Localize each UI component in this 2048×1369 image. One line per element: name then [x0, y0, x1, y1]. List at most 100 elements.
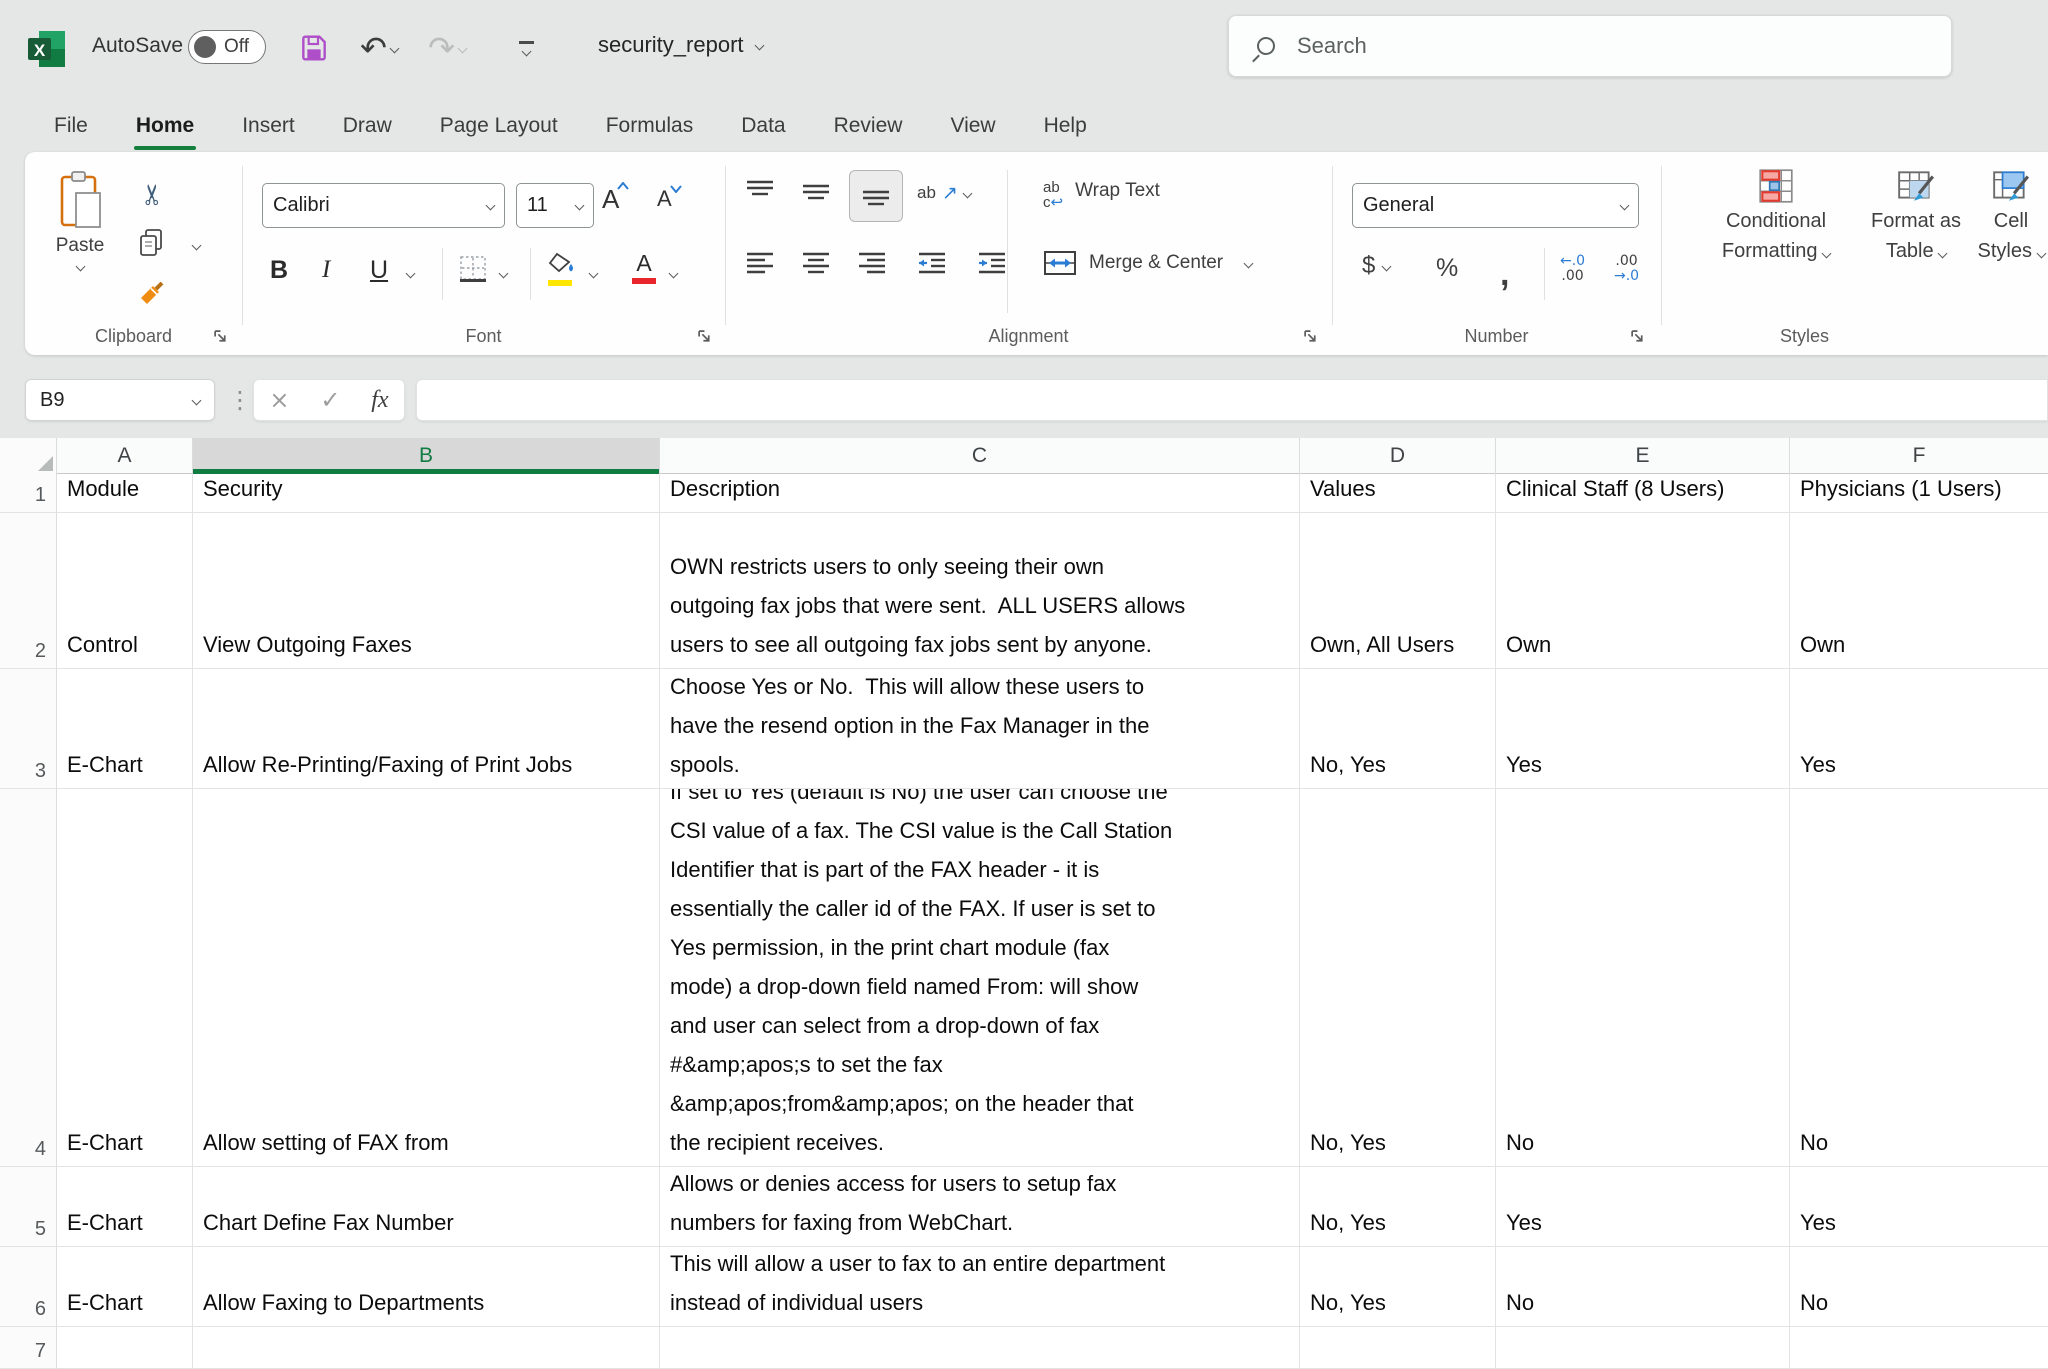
font-color-button[interactable]: A	[632, 250, 656, 284]
cell-C3[interactable]: Choose Yes or No. This will allow these …	[660, 669, 1300, 789]
cell-C1[interactable]: Description	[660, 474, 1300, 513]
decrease-font-size-button[interactable]: A	[657, 186, 672, 212]
format-painter-button[interactable]	[139, 282, 165, 313]
cell-D7[interactable]	[1300, 1327, 1496, 1369]
font-family-select[interactable]: Calibri	[262, 183, 505, 228]
column-header-a[interactable]: A	[57, 438, 193, 474]
copy-button[interactable]	[137, 228, 165, 263]
cell-D3[interactable]: No, Yes	[1300, 669, 1496, 789]
tab-formulas[interactable]: Formulas	[582, 100, 718, 152]
cell-C5[interactable]: Allows or denies access for users to set…	[660, 1167, 1300, 1247]
wrap-text-button[interactable]: ab c↩ Wrap Text	[1043, 180, 1160, 210]
cell-A5[interactable]: E-Chart	[57, 1167, 193, 1247]
align-bottom-button[interactable]	[849, 170, 903, 222]
cell-F5[interactable]: Yes	[1790, 1167, 2048, 1247]
borders-button[interactable]	[458, 254, 488, 289]
row-header-7[interactable]: 7	[0, 1327, 57, 1369]
tab-draw[interactable]: Draw	[319, 100, 416, 152]
cell-B1[interactable]: Security	[193, 474, 660, 513]
cell-D6[interactable]: No, Yes	[1300, 1247, 1496, 1327]
cell-E3[interactable]: Yes	[1496, 669, 1790, 789]
number-dialog-launcher-icon[interactable]	[1630, 329, 1646, 345]
row-header-4[interactable]: 4	[0, 789, 57, 1167]
format-as-table-button[interactable]: Format as Table	[1851, 166, 1981, 266]
align-center-button[interactable]	[800, 250, 832, 283]
cell-E6[interactable]: No	[1496, 1247, 1790, 1327]
cell-E2[interactable]: Own	[1496, 513, 1790, 669]
tab-file[interactable]: File	[30, 100, 112, 152]
currency-format-button[interactable]: $	[1362, 252, 1390, 280]
decrease-indent-button[interactable]	[915, 250, 949, 283]
font-color-dropdown-icon[interactable]	[669, 269, 679, 279]
cell-F3[interactable]: Yes	[1790, 669, 2048, 789]
cell-D5[interactable]: No, Yes	[1300, 1167, 1496, 1247]
cell-D2[interactable]: Own, All Users	[1300, 513, 1496, 669]
row-header-6[interactable]: 6	[0, 1247, 57, 1327]
cell-B7[interactable]	[193, 1327, 660, 1369]
enter-button[interactable]: ✓	[320, 386, 340, 414]
row-header-3[interactable]: 3	[0, 669, 57, 789]
cell-E5[interactable]: Yes	[1496, 1167, 1790, 1247]
column-header-c[interactable]: C	[660, 438, 1300, 474]
number-format-select[interactable]: General	[1352, 183, 1639, 228]
formula-input[interactable]	[416, 379, 2048, 421]
increase-font-size-button[interactable]: A	[602, 184, 619, 215]
workbook-title[interactable]: security_report	[598, 32, 763, 58]
cell-A7[interactable]	[57, 1327, 193, 1369]
copy-dropdown-icon[interactable]	[192, 241, 202, 251]
column-header-d[interactable]: D	[1300, 438, 1496, 474]
row-header-2[interactable]: 2	[0, 513, 57, 669]
orientation-button[interactable]: ab ↗	[917, 182, 971, 204]
align-top-button[interactable]	[744, 178, 776, 211]
column-header-f[interactable]: F	[1790, 438, 2048, 474]
tab-home[interactable]: Home	[112, 100, 218, 152]
align-middle-button[interactable]	[800, 178, 832, 211]
cell-A6[interactable]: E-Chart	[57, 1247, 193, 1327]
increase-indent-button[interactable]	[975, 250, 1009, 283]
borders-dropdown-icon[interactable]	[499, 269, 509, 279]
comma-format-button[interactable]: ,	[1500, 264, 1509, 284]
underline-dropdown-icon[interactable]	[406, 269, 416, 279]
cell-D1[interactable]: Values	[1300, 474, 1496, 513]
conditional-formatting-button[interactable]: Conditional Formatting	[1711, 166, 1841, 266]
name-box[interactable]: B9	[25, 379, 215, 421]
cell-styles-button[interactable]: Cell Styles	[1966, 166, 2048, 266]
tab-page-layout[interactable]: Page Layout	[416, 100, 582, 152]
cell-F6[interactable]: No	[1790, 1247, 2048, 1327]
align-right-button[interactable]	[856, 250, 888, 283]
cell-C6[interactable]: This will allow a user to fax to an enti…	[660, 1247, 1300, 1327]
alignment-dialog-launcher-icon[interactable]	[1303, 329, 1319, 345]
undo-button[interactable]: ↶	[352, 26, 406, 70]
tab-view[interactable]: View	[926, 100, 1019, 152]
formula-bar-drag-handle[interactable]: ⋮	[228, 386, 252, 414]
autosave-toggle[interactable]: Off	[188, 30, 266, 64]
cell-C2[interactable]: OWN restricts users to only seeing their…	[660, 513, 1300, 669]
column-header-e[interactable]: E	[1496, 438, 1790, 474]
percent-format-button[interactable]: %	[1436, 254, 1458, 283]
insert-function-button[interactable]: fx	[371, 387, 388, 414]
italic-button[interactable]: I	[322, 256, 330, 284]
cell-F2[interactable]: Own	[1790, 513, 2048, 669]
cell-A4[interactable]: E-Chart	[57, 789, 193, 1167]
save-button[interactable]	[292, 26, 336, 70]
increase-decimal-button[interactable]: ←.0 .00	[1560, 254, 1585, 284]
fill-color-dropdown-icon[interactable]	[589, 269, 599, 279]
cell-A2[interactable]: Control	[57, 513, 193, 669]
decrease-decimal-button[interactable]: .00 →.0	[1614, 254, 1639, 284]
tab-help[interactable]: Help	[1020, 100, 1111, 152]
cut-button[interactable]: ✂	[141, 178, 164, 211]
fill-color-button[interactable]	[548, 252, 576, 286]
cancel-button[interactable]: ×	[269, 386, 289, 414]
bold-button[interactable]: B	[270, 256, 288, 285]
cell-B6[interactable]: Allow Faxing to Departments	[193, 1247, 660, 1327]
row-header-5[interactable]: 5	[0, 1167, 57, 1247]
tab-review[interactable]: Review	[810, 100, 927, 152]
align-left-button[interactable]	[744, 250, 776, 283]
merge-center-button[interactable]: Merge & Center	[1043, 248, 1252, 278]
cell-D4[interactable]: No, Yes	[1300, 789, 1496, 1167]
font-size-select[interactable]: 11	[516, 183, 594, 228]
column-header-b[interactable]: B	[193, 438, 660, 474]
cell-E4[interactable]: No	[1496, 789, 1790, 1167]
clipboard-dialog-launcher-icon[interactable]	[213, 329, 229, 345]
cell-C4[interactable]: If set to Yes (default is No) the user c…	[660, 789, 1300, 1167]
